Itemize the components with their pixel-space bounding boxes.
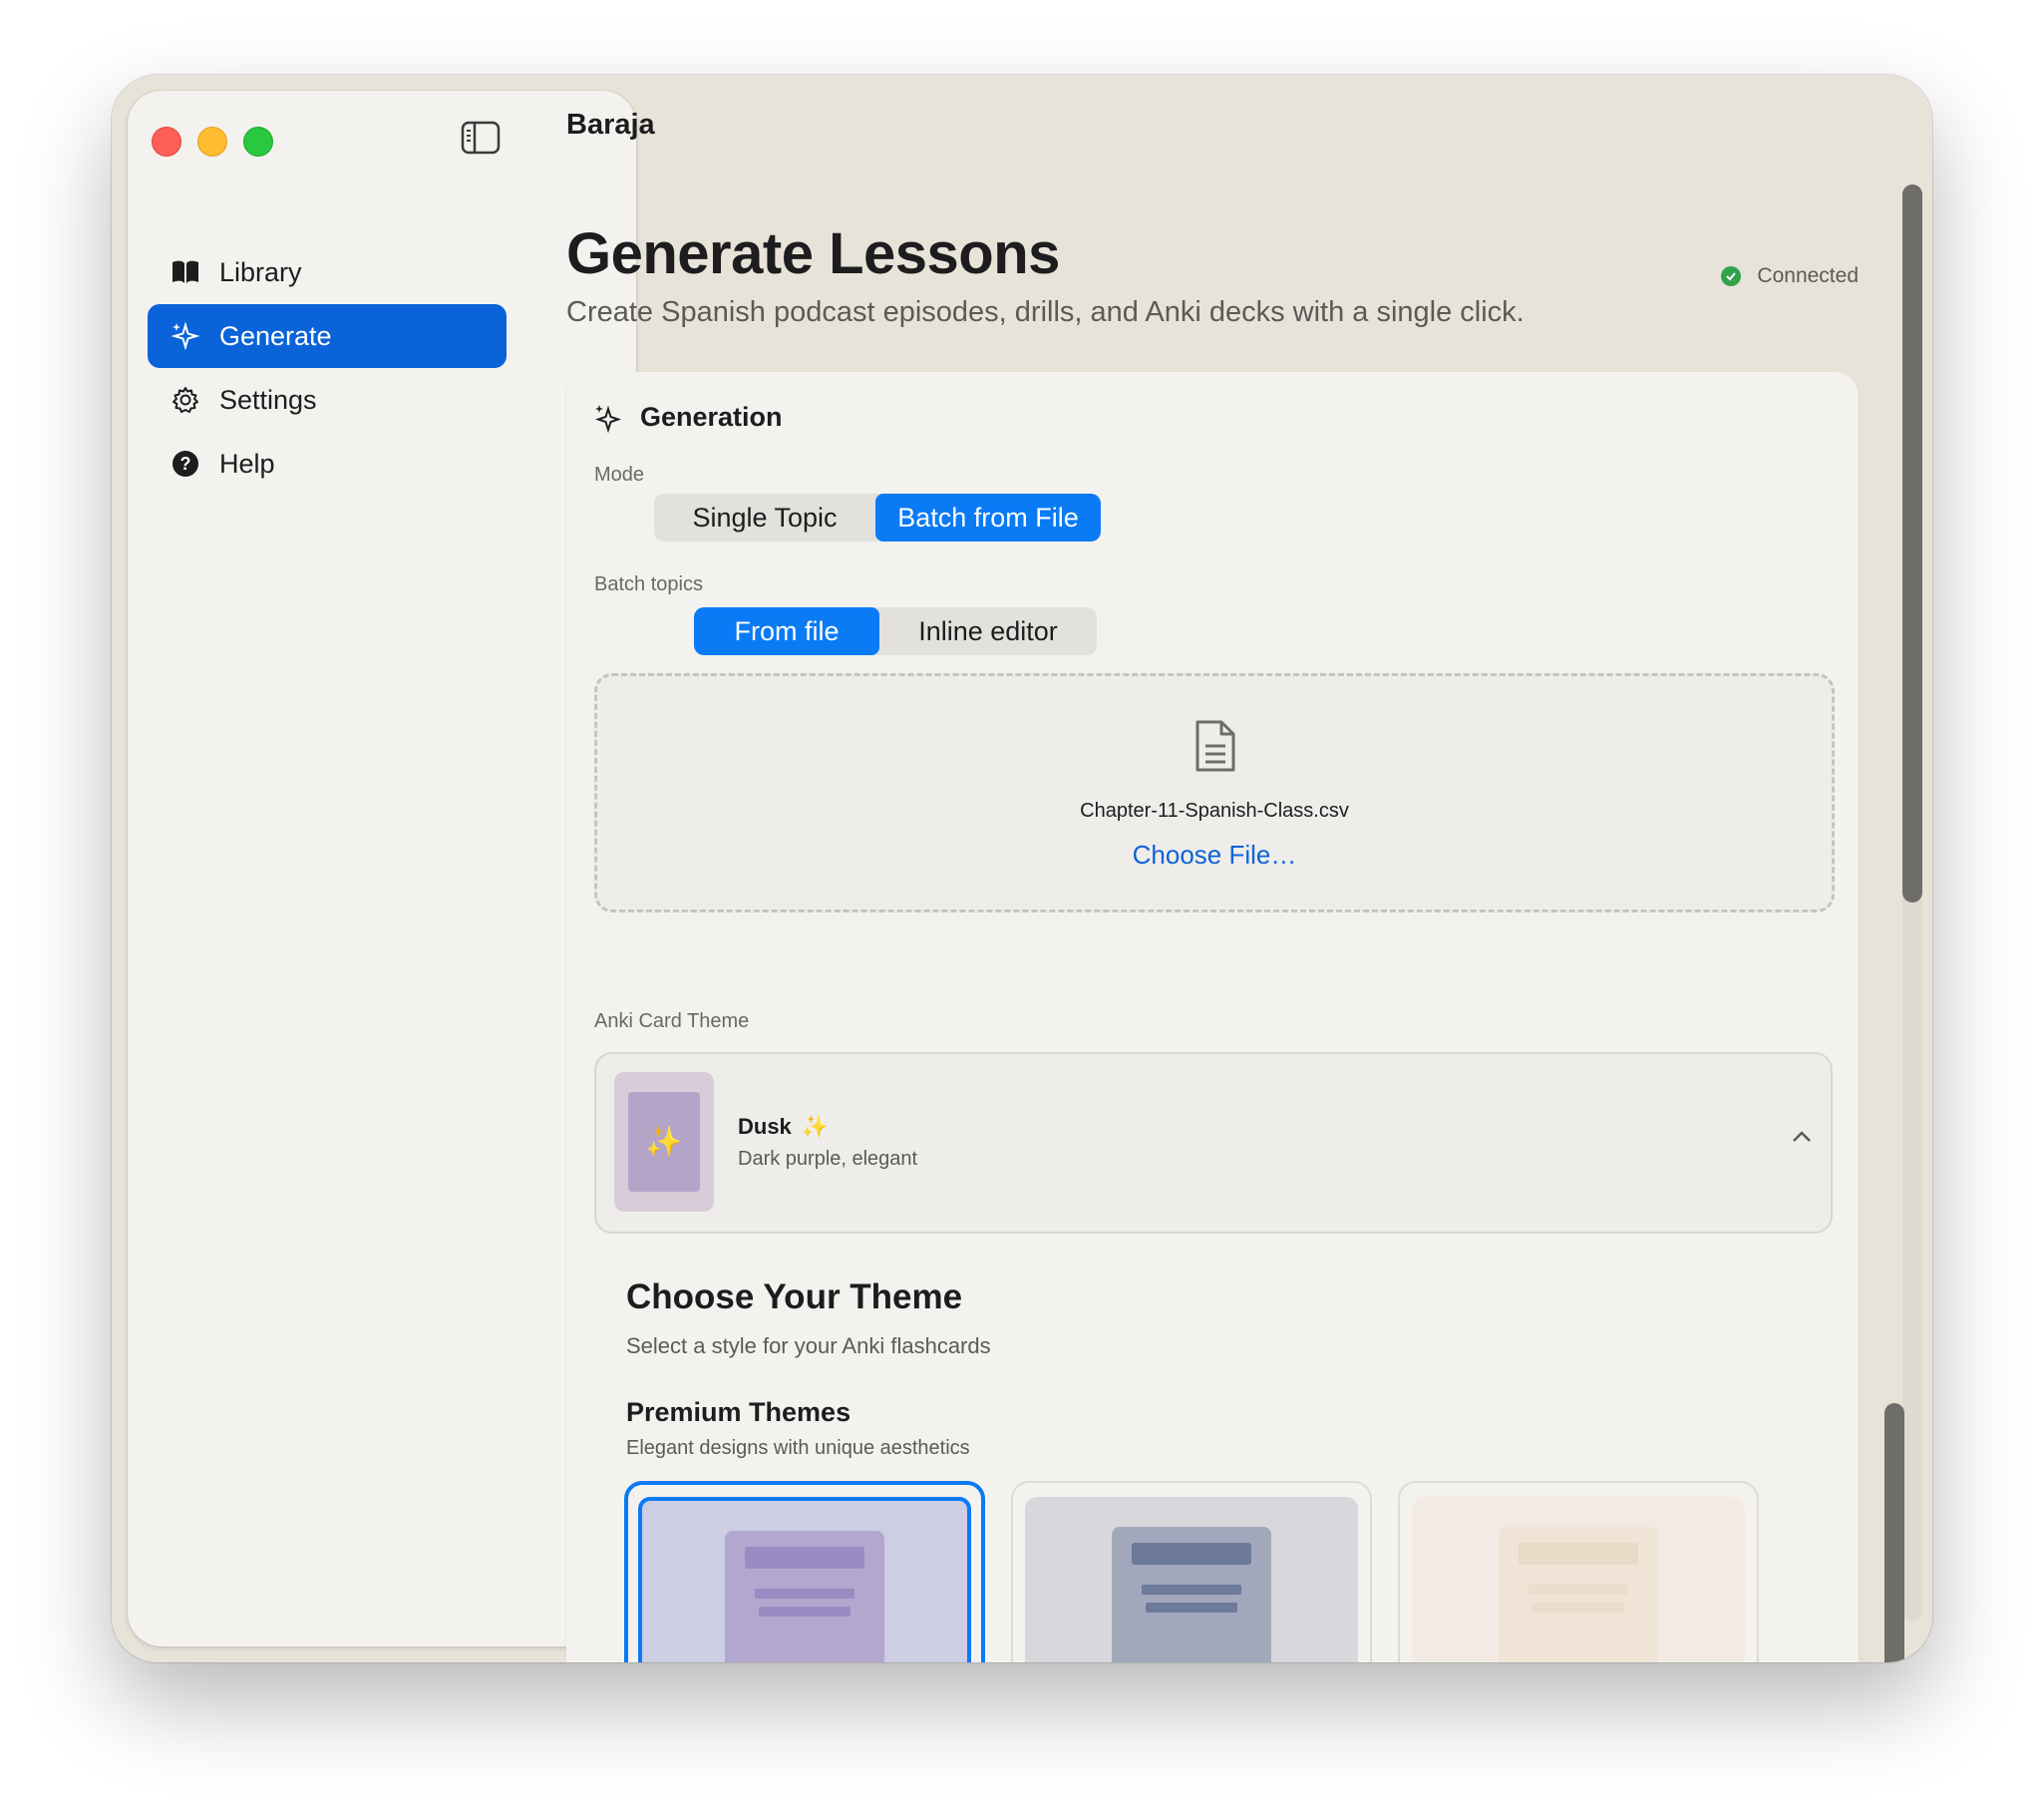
sidebar-item-settings[interactable]: Settings [148,368,507,432]
preview-bar [1132,1543,1251,1565]
theme-tile-slate[interactable]: ✨ [1011,1481,1372,1662]
mode-option-single-topic[interactable]: Single Topic [654,494,875,542]
preview-bar [1519,1543,1638,1565]
theme-tile-cream[interactable]: ✨ [1398,1481,1759,1662]
sidebar: Library Generate Settings ? Help [128,91,636,1646]
batch-option-from-file[interactable]: From file [694,607,879,655]
generation-title: Generation [640,402,783,432]
theme-preview: ✨ [1025,1497,1358,1662]
sparkles-icon [594,403,622,433]
sparkles-icon [170,320,201,352]
preview-card: ✨ [1112,1527,1271,1662]
theme-dropdown[interactable]: ✨ Dusk ✨ Dark purple, elegant [594,1052,1833,1234]
batch-option-inline-editor[interactable]: Inline editor [879,607,1097,655]
preview-line [1533,1603,1624,1613]
sidebar-item-help[interactable]: ? Help [148,432,507,496]
generation-header: Generation [594,402,783,433]
minimize-window-button[interactable] [197,127,227,157]
theme-name: Dusk [738,1114,792,1139]
help-icon: ? [170,448,201,480]
theme-picker-title: Choose Your Theme [626,1277,963,1316]
preview-line [1529,1585,1628,1595]
theme-thumbnail: ✨ [614,1072,714,1212]
batch-topics-label: Batch topics [594,573,703,595]
preview-line [1142,1585,1241,1595]
theme-name-row: Dusk ✨ [738,1114,829,1140]
window-title: Baraja [566,109,655,141]
page-title: Generate Lessons [566,221,1060,286]
sidebar-item-generate[interactable]: Generate [148,304,507,368]
sidebar-nav: Library Generate Settings ? Help [148,240,507,496]
main-scrollbar[interactable] [1902,184,1922,903]
connection-status: Connected [1721,264,1859,288]
mode-label: Mode [594,464,645,486]
sparkles-icon: ✨ [628,1092,700,1192]
app-window: Library Generate Settings ? Help Baraja … [112,75,1932,1662]
sidebar-item-library[interactable]: Library [148,240,507,304]
sidebar-item-label: Generate [219,320,332,351]
sparkle-icon: ✨ [801,1114,830,1139]
document-icon [1195,720,1235,772]
preview-line [1146,1603,1237,1613]
preview-line [755,1589,854,1599]
preview-card: ✨ [1499,1527,1658,1662]
generation-card: Generation Mode Single Topic Batch from … [566,372,1904,1662]
page-subtitle: Create Spanish podcast episodes, drills,… [566,296,1525,328]
premium-themes-subtitle: Elegant designs with unique aesthetics [626,1437,970,1459]
status-text: Connected [1757,264,1859,287]
selected-file-name: Chapter-11-Spanish-Class.csv [1080,800,1349,822]
choose-file-button[interactable]: Choose File… [597,840,1832,871]
sidebar-toggle-icon[interactable] [461,121,501,155]
preview-card: ✨ [725,1531,884,1662]
theme-preview: ✨ [638,1497,971,1662]
preview-bar [745,1547,864,1569]
gear-icon [170,384,201,416]
mode-segmented-control[interactable]: Single Topic Batch from File [654,494,1101,542]
book-icon [170,256,201,288]
theme-tile-dusk[interactable]: ✨ [624,1481,985,1662]
theme-description: Dark purple, elegant [738,1148,918,1170]
theme-list-scrollbar[interactable] [1884,1403,1904,1662]
premium-themes-title: Premium Themes [626,1397,852,1427]
sidebar-item-label: Library [219,256,302,287]
sidebar-item-label: Help [219,448,275,479]
mode-option-batch-from-file[interactable]: Batch from File [875,494,1101,542]
preview-line [759,1607,851,1617]
theme-picker-subtitle: Select a style for your Anki flashcards [626,1333,991,1358]
zoom-window-button[interactable] [243,127,273,157]
sidebar-item-label: Settings [219,384,317,415]
theme-preview: ✨ [1412,1497,1745,1662]
file-dropzone[interactable]: Chapter-11-Spanish-Class.csv Choose File… [594,673,1835,912]
check-circle-icon [1721,266,1742,286]
chevron-up-icon[interactable] [1791,1130,1813,1144]
close-window-button[interactable] [152,127,181,157]
batch-topics-segmented-control[interactable]: From file Inline editor [694,607,1097,655]
svg-text:?: ? [180,454,191,474]
anki-theme-label: Anki Card Theme [594,1010,750,1032]
